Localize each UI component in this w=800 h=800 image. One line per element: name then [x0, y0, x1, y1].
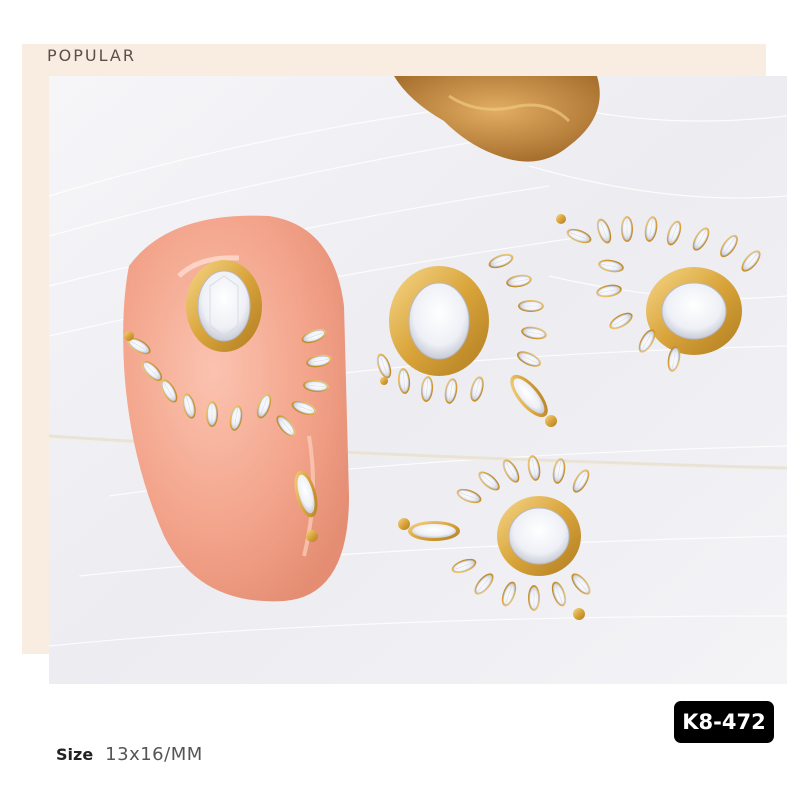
product-photo [49, 76, 787, 684]
size-label: Size [56, 744, 94, 764]
product-page: POPULAR K8-472 Size 13x16/MM [0, 0, 800, 800]
section-label: POPULAR [47, 46, 136, 65]
size-row: Size 13x16/MM [56, 740, 203, 768]
product-code-badge: K8-472 [674, 701, 774, 743]
size-value: 13x16/MM [105, 743, 203, 765]
